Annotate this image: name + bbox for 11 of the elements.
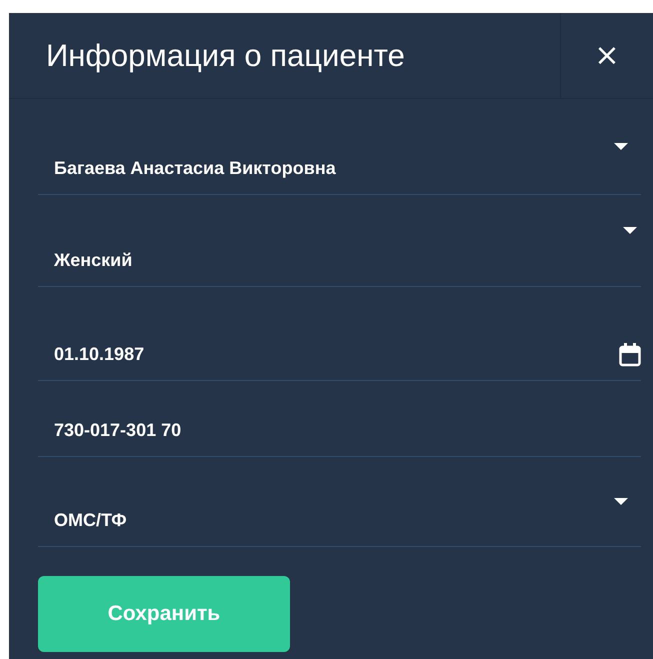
dropdown-caret-icon[interactable] [614, 142, 628, 150]
form-field[interactable]: 730-017-301 70 [38, 381, 641, 457]
form-field[interactable]: Багаева Анастасиа Викторовна [38, 99, 641, 195]
dialog-title: Информация о пациенте [45, 37, 405, 75]
close-button[interactable]: × [560, 13, 653, 98]
dropdown-caret-icon[interactable] [623, 226, 637, 234]
dropdown-caret-icon[interactable] [614, 498, 628, 506]
form-field[interactable]: ОМС/ТФ [38, 457, 641, 547]
form-field[interactable]: 01.10.1987 [38, 287, 641, 381]
form-field[interactable]: Женский [38, 195, 641, 287]
calendar-icon[interactable] [619, 342, 641, 366]
